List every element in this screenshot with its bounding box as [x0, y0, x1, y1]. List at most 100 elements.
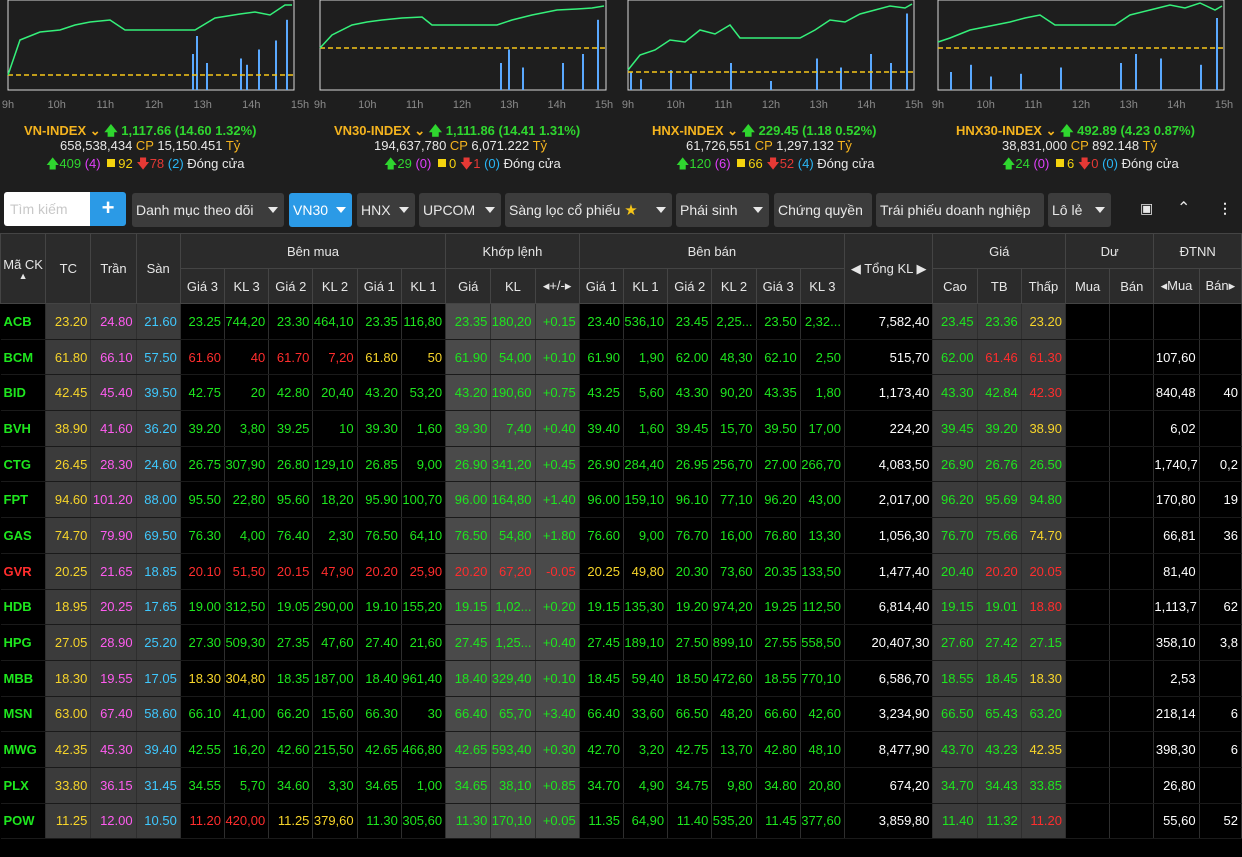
- chevron-down-icon[interactable]: ⌄: [414, 123, 425, 138]
- stock-screener-dropdown[interactable]: Sàng lọc cổ phiếu ★: [505, 193, 672, 227]
- cell-high: 23.45: [932, 303, 978, 340]
- cell-symbol[interactable]: BID: [0, 374, 47, 412]
- col-foreign-buy[interactable]: ◂Mua: [1153, 268, 1200, 304]
- table-row[interactable]: HDB 18.95 20.25 17.65 19.00 312,50 19.05 290,00…: [0, 589, 1242, 626]
- tab-hnx[interactable]: HNX: [357, 193, 415, 227]
- volume-bar: [906, 13, 908, 90]
- col-foreign-sell[interactable]: Bán▸: [1198, 268, 1242, 304]
- volume-bar: [630, 72, 632, 90]
- cell-low: 20.05: [1021, 553, 1067, 590]
- cell-average: 42.84: [977, 374, 1022, 412]
- cell-bid-vol-3: 312,50: [224, 589, 270, 626]
- cell-symbol[interactable]: HDB: [0, 589, 47, 626]
- time-tick: 9h: [621, 99, 635, 111]
- table-row[interactable]: BCM 61.80 66.10 57.50 61.60 40 61.70 7,20 61.80 5…: [0, 339, 1242, 376]
- volume-bar: [522, 67, 524, 90]
- cell-bid-price-3: 11.20: [180, 803, 226, 840]
- col-symbol[interactable]: Mã CK ▲: [0, 233, 47, 304]
- index-name[interactable]: HNX-INDEX: [652, 123, 724, 138]
- table-row[interactable]: GAS 74.70 79.90 69.50 76.30 4,00 76.40 2,30 76.5…: [0, 517, 1242, 554]
- index-name[interactable]: VN30-INDEX: [334, 123, 411, 138]
- cell-ask-vol-3: 133,50: [800, 553, 845, 590]
- table-row[interactable]: MBB 18.30 19.55 17.05 18.30 304,80 18.35 187,00…: [0, 660, 1242, 697]
- cell-symbol[interactable]: ACB: [0, 303, 47, 340]
- cell-symbol[interactable]: MSN: [0, 696, 47, 733]
- cell-ask-vol-3: 13,30: [800, 517, 845, 554]
- volume-bar: [1060, 67, 1062, 90]
- search-input[interactable]: [4, 192, 90, 226]
- table-row[interactable]: FPT 94.60 101.20 88.00 95.50 22,80 95.60 18,20 9…: [0, 481, 1242, 519]
- tab-upcom[interactable]: UPCOM: [419, 193, 501, 227]
- watchlist-dropdown[interactable]: Danh mục theo dõi: [132, 193, 284, 227]
- table-row[interactable]: BID 42.45 45.40 39.50 42.75 20 42.80 20,40 43.20…: [0, 374, 1242, 412]
- cell-residual-ask: [1109, 589, 1155, 626]
- col-ask-price-3: Giá 3: [755, 268, 801, 304]
- cell-ask-price-3: 20.35: [756, 553, 801, 590]
- count-down: 52: [779, 156, 795, 171]
- cell-bid-price-2: 76.40: [268, 517, 314, 554]
- cell-symbol[interactable]: FPT: [0, 481, 47, 519]
- cell-change: +3.40: [535, 696, 580, 733]
- table-row[interactable]: MWG 42.35 45.30 39.40 42.55 16,20 42.60 215,50 4…: [0, 731, 1242, 768]
- cell-residual-bid: [1065, 481, 1111, 519]
- cell-bid-price-1: 42.65: [357, 731, 402, 768]
- cp-label: CP: [449, 138, 468, 153]
- time-tick: 11h: [714, 99, 733, 111]
- chevron-up-icon[interactable]: ⌃: [1177, 198, 1190, 218]
- tab-warrants[interactable]: Chứng quyền: [774, 193, 872, 227]
- odd-lot-dropdown[interactable]: Lô lẻ: [1048, 193, 1111, 227]
- sort-up-icon[interactable]: ▲: [1, 272, 45, 281]
- cell-symbol[interactable]: POW: [0, 803, 47, 840]
- cell-symbol[interactable]: MWG: [0, 731, 47, 768]
- table-row[interactable]: POW 11.25 12.00 10.50 11.20 420,00 11.25 379,60…: [0, 803, 1242, 840]
- cell-bid-price-3: 76.30: [180, 517, 226, 554]
- cell-ceiling: 41.60: [90, 410, 137, 447]
- cell-bid-vol-3: 4,00: [224, 517, 270, 554]
- table-row[interactable]: ACB 23.20 24.80 21.60 23.25 744,20 23.30 464,10…: [0, 303, 1242, 340]
- tab-vn30[interactable]: VN30: [289, 193, 352, 227]
- col-total-volume[interactable]: ◀ Tổng KL ▶: [843, 233, 934, 304]
- time-tick: 9h: [1, 99, 15, 111]
- cell-ask-vol-2: 535,20: [711, 803, 757, 840]
- table-row[interactable]: GVR 20.25 21.65 18.85 20.10 51,50 20.15 47,90 20…: [0, 553, 1242, 590]
- table-row[interactable]: PLX 33.80 36.15 31.45 34.55 5,70 34.60 3,30 34.6…: [0, 767, 1242, 804]
- video-camera-icon[interactable]: ▣: [1140, 200, 1153, 217]
- cell-residual-bid: [1065, 767, 1111, 804]
- cell-symbol[interactable]: HPG: [0, 624, 47, 661]
- derivatives-dropdown[interactable]: Phái sinh: [676, 193, 769, 227]
- cell-ask-vol-1: 59,40: [623, 660, 669, 697]
- cell-floor: 36.20: [136, 410, 181, 447]
- cell-symbol[interactable]: GAS: [0, 517, 47, 554]
- cell-symbol[interactable]: MBB: [0, 660, 47, 697]
- table-row[interactable]: HPG 27.05 28.90 25.20 27.30 509,30 27.35 47,60 2…: [0, 624, 1242, 661]
- chevron-down-icon[interactable]: ⌄: [727, 123, 738, 138]
- cell-reference: 18.30: [45, 660, 92, 697]
- chevron-down-icon[interactable]: ⌄: [90, 123, 101, 138]
- table-row[interactable]: MSN 63.00 67.40 58.60 66.10 41,00 66.20 15,60 66…: [0, 696, 1242, 733]
- tab-corporate-bonds[interactable]: Trái phiếu doanh nghiệp: [876, 193, 1044, 227]
- add-symbol-button[interactable]: +: [90, 192, 126, 226]
- col-change[interactable]: ◂+/-▸: [534, 268, 580, 304]
- cell-high: 62.00: [932, 339, 978, 376]
- chevron-down-icon[interactable]: ⌄: [1046, 123, 1057, 138]
- square-icon: [737, 159, 746, 167]
- vn-index-chart: [7, 0, 295, 91]
- cell-symbol[interactable]: BCM: [0, 339, 47, 376]
- vn-index-time-axis: 9h 10h 11h 12h 13h 14h 15h: [0, 99, 310, 113]
- index-name[interactable]: VN-INDEX: [24, 123, 86, 138]
- index-name[interactable]: HNX30-INDEX: [956, 123, 1042, 138]
- cell-ask-vol-3: 17,00: [800, 410, 845, 447]
- cell-symbol[interactable]: PLX: [0, 767, 47, 804]
- table-row[interactable]: CTG 26.45 28.30 24.60 26.75 307,90 26.80 129,10…: [0, 446, 1242, 483]
- cell-ask-vol-2: 77,10: [711, 481, 757, 519]
- cell-symbol[interactable]: GVR: [0, 553, 47, 590]
- cell-symbol[interactable]: CTG: [0, 446, 47, 483]
- cell-foreign-buy: 358,10: [1153, 624, 1200, 661]
- table-row[interactable]: BVH 38.90 41.60 36.20 39.20 3,80 39.25 10 39.30 1…: [0, 410, 1242, 447]
- cell-symbol[interactable]: BVH: [0, 410, 47, 447]
- cell-residual-bid: [1065, 339, 1111, 376]
- cell-floor: 21.60: [136, 303, 181, 340]
- more-vertical-icon[interactable]: ⋮: [1218, 200, 1232, 217]
- cell-ask-price-1: 27.45: [579, 624, 624, 661]
- cell-match-vol: 190,60: [490, 374, 536, 412]
